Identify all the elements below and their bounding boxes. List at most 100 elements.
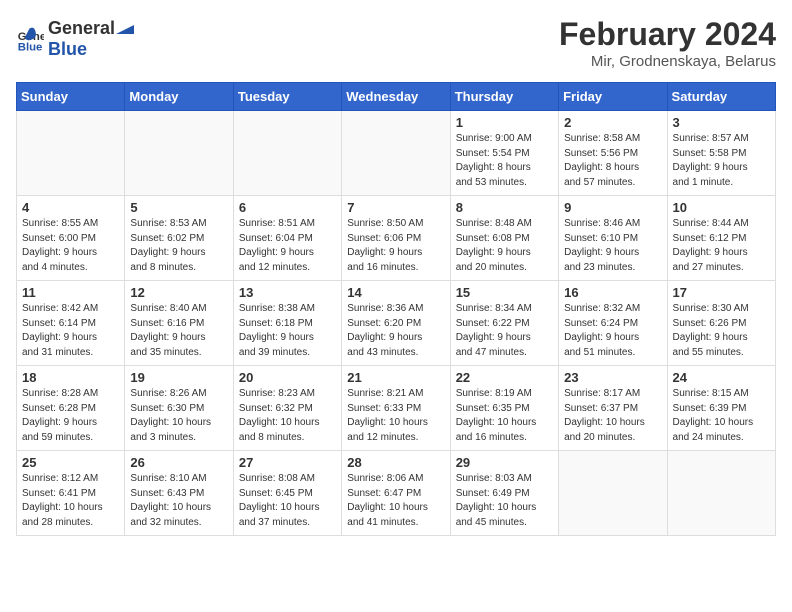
day-number: 7 [347,200,444,215]
calendar-cell [342,111,450,196]
day-info: Sunrise: 8:57 AMSunset: 5:58 PMDaylight:… [673,132,770,190]
month-year-title: February 2024 [559,16,776,53]
logo-text-blue: Blue [48,39,135,60]
logo: General Blue General Blue [16,16,135,60]
day-number: 8 [456,200,553,215]
day-info: Sunrise: 8:34 AMSunset: 6:22 PMDaylight:… [456,302,553,360]
day-number: 13 [239,285,336,300]
day-number: 5 [130,200,227,215]
day-number: 9 [564,200,661,215]
calendar-cell: 18Sunrise: 8:28 AMSunset: 6:28 PMDayligh… [17,366,125,451]
day-number: 14 [347,285,444,300]
weekday-header-monday: Monday [125,83,233,111]
calendar-cell [667,451,775,536]
calendar-cell: 1Sunrise: 9:00 AMSunset: 5:54 PMDaylight… [450,111,558,196]
calendar-cell: 12 Sunrise: 8:40 AMSunset: 6:16 PMDayligh… [125,281,233,366]
day-info: Sunrise: 8:30 AMSunset: 6:26 PMDaylight:… [673,302,770,360]
calendar-cell: 13 Sunrise: 8:38 AMSunset: 6:18 PMDayligh… [233,281,341,366]
day-number: 6 [239,200,336,215]
calendar-cell: 7 Sunrise: 8:50 AMSunset: 6:06 PMDaylight… [342,196,450,281]
day-info: Sunrise: 8:26 AMSunset: 6:30 PMDaylight:… [130,387,227,445]
title-area: February 2024 Mir, Grodnenskaya, Belarus [559,16,776,70]
logo-text-general: General [48,18,115,39]
day-number: 28 [347,455,444,470]
day-number: 24 [673,370,770,385]
weekday-header-friday: Friday [559,83,667,111]
calendar-table: SundayMondayTuesdayWednesdayThursdayFrid… [16,82,776,536]
day-number: 22 [456,370,553,385]
calendar-cell: 8Sunrise: 8:48 AMSunset: 6:08 PMDaylight… [450,196,558,281]
day-info: Sunrise: 8:40 AMSunset: 6:16 PMDaylight:… [130,302,227,360]
day-number: 20 [239,370,336,385]
day-number: 17 [673,285,770,300]
day-number: 11 [22,285,119,300]
calendar-cell [233,111,341,196]
calendar-week-4: 25 Sunrise: 8:12 AMSunset: 6:41 PMDayligh… [17,451,776,536]
calendar-week-1: 4 Sunrise: 8:55 AMSunset: 6:00 PMDaylight… [17,196,776,281]
calendar-cell: 11Sunrise: 8:42 AMSunset: 6:14 PMDayligh… [17,281,125,366]
day-info: Sunrise: 8:53 AMSunset: 6:02 PMDaylight:… [130,217,227,275]
calendar-header-row: SundayMondayTuesdayWednesdayThursdayFrid… [17,83,776,111]
day-info: Sunrise: 8:23 AMSunset: 6:32 PMDaylight:… [239,387,336,445]
header: General Blue General Blue February 2024 … [16,16,776,70]
calendar-cell: 10 Sunrise: 8:44 AMSunset: 6:12 PMDayligh… [667,196,775,281]
calendar-cell: 23Sunrise: 8:17 AMSunset: 6:37 PMDayligh… [559,366,667,451]
location-title: Mir, Grodnenskaya, Belarus [559,53,776,70]
logo-icon: General Blue [16,24,44,52]
day-number: 21 [347,370,444,385]
calendar-cell: 28 Sunrise: 8:06 AMSunset: 6:47 PMDayligh… [342,451,450,536]
calendar-cell: 29 Sunrise: 8:03 AMSunset: 6:49 PMDayligh… [450,451,558,536]
calendar-cell: 24Sunrise: 8:15 AMSunset: 6:39 PMDayligh… [667,366,775,451]
calendar-cell: 22 Sunrise: 8:19 AMSunset: 6:35 PMDayligh… [450,366,558,451]
calendar-cell: 17 Sunrise: 8:30 AMSunset: 6:26 PMDayligh… [667,281,775,366]
day-info: Sunrise: 8:51 AMSunset: 6:04 PMDaylight:… [239,217,336,275]
day-number: 27 [239,455,336,470]
day-info: Sunrise: 8:36 AMSunset: 6:20 PMDaylight:… [347,302,444,360]
calendar-cell: 3 Sunrise: 8:57 AMSunset: 5:58 PMDaylight… [667,111,775,196]
day-number: 10 [673,200,770,215]
day-info: Sunrise: 8:50 AMSunset: 6:06 PMDaylight:… [347,217,444,275]
day-info: Sunrise: 8:12 AMSunset: 6:41 PMDaylight:… [22,472,119,530]
calendar-cell [559,451,667,536]
calendar-cell: 19Sunrise: 8:26 AMSunset: 6:30 PMDayligh… [125,366,233,451]
day-number: 3 [673,115,770,130]
calendar-cell: 2Sunrise: 8:58 AMSunset: 5:56 PMDaylight… [559,111,667,196]
day-number: 29 [456,455,553,470]
calendar-cell: 25 Sunrise: 8:12 AMSunset: 6:41 PMDayligh… [17,451,125,536]
day-info: Sunrise: 8:38 AMSunset: 6:18 PMDaylight:… [239,302,336,360]
weekday-header-thursday: Thursday [450,83,558,111]
day-info: Sunrise: 8:46 AMSunset: 6:10 PMDaylight:… [564,217,661,275]
day-number: 2 [564,115,661,130]
day-info: Sunrise: 8:19 AMSunset: 6:35 PMDaylight:… [456,387,553,445]
day-info: Sunrise: 8:55 AMSunset: 6:00 PMDaylight:… [22,217,119,275]
day-info: Sunrise: 8:03 AMSunset: 6:49 PMDaylight:… [456,472,553,530]
weekday-header-sunday: Sunday [17,83,125,111]
weekday-header-saturday: Saturday [667,83,775,111]
day-info: Sunrise: 8:28 AMSunset: 6:28 PMDaylight:… [22,387,119,445]
logo-triangle-icon [116,16,134,34]
svg-text:Blue: Blue [18,41,43,52]
day-info: Sunrise: 8:08 AMSunset: 6:45 PMDaylight:… [239,472,336,530]
calendar-week-0: 1Sunrise: 9:00 AMSunset: 5:54 PMDaylight… [17,111,776,196]
day-number: 1 [456,115,553,130]
day-info: Sunrise: 8:32 AMSunset: 6:24 PMDaylight:… [564,302,661,360]
day-number: 15 [456,285,553,300]
calendar-cell: 15 Sunrise: 8:34 AMSunset: 6:22 PMDayligh… [450,281,558,366]
day-info: Sunrise: 8:10 AMSunset: 6:43 PMDaylight:… [130,472,227,530]
day-info: Sunrise: 8:44 AMSunset: 6:12 PMDaylight:… [673,217,770,275]
day-info: Sunrise: 8:06 AMSunset: 6:47 PMDaylight:… [347,472,444,530]
calendar-week-3: 18Sunrise: 8:28 AMSunset: 6:28 PMDayligh… [17,366,776,451]
day-number: 4 [22,200,119,215]
calendar-cell: 6 Sunrise: 8:51 AMSunset: 6:04 PMDaylight… [233,196,341,281]
day-number: 16 [564,285,661,300]
calendar-cell: 9 Sunrise: 8:46 AMSunset: 6:10 PMDaylight… [559,196,667,281]
day-number: 12 [130,285,227,300]
calendar-cell: 27 Sunrise: 8:08 AMSunset: 6:45 PMDayligh… [233,451,341,536]
day-info: Sunrise: 8:17 AMSunset: 6:37 PMDaylight:… [564,387,661,445]
calendar-body: 1Sunrise: 9:00 AMSunset: 5:54 PMDaylight… [17,111,776,536]
calendar-cell: 4 Sunrise: 8:55 AMSunset: 6:00 PMDaylight… [17,196,125,281]
day-number: 25 [22,455,119,470]
weekday-header-wednesday: Wednesday [342,83,450,111]
calendar-cell: 16 Sunrise: 8:32 AMSunset: 6:24 PMDayligh… [559,281,667,366]
calendar-cell [17,111,125,196]
